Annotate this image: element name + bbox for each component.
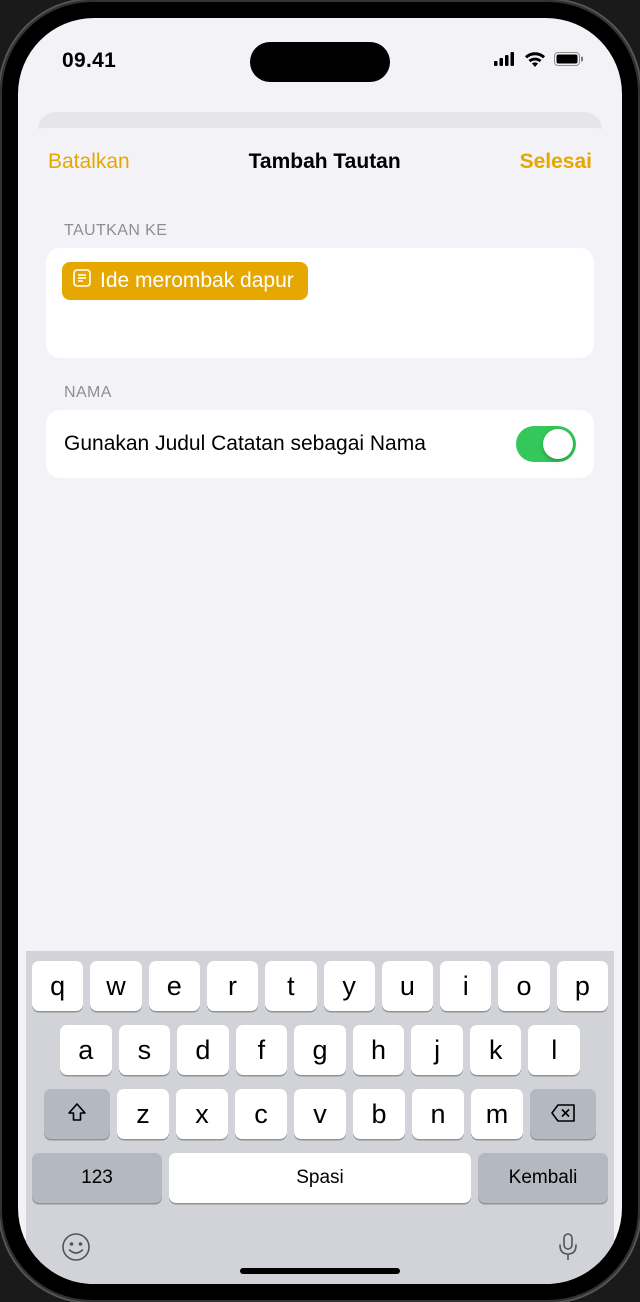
key-a[interactable]: a bbox=[60, 1025, 112, 1075]
return-key[interactable]: Kembali bbox=[478, 1153, 608, 1203]
home-indicator[interactable] bbox=[240, 1268, 400, 1274]
link-to-section-label: TAUTKAN KE bbox=[46, 196, 594, 248]
key-i[interactable]: i bbox=[440, 961, 491, 1011]
keyboard-row-1: q w e r t y u i o p bbox=[32, 961, 608, 1011]
key-d[interactable]: d bbox=[177, 1025, 229, 1075]
toggle-knob bbox=[543, 429, 573, 459]
keyboard-bottom-row bbox=[32, 1217, 608, 1268]
key-j[interactable]: j bbox=[411, 1025, 463, 1075]
key-s[interactable]: s bbox=[119, 1025, 171, 1075]
key-v[interactable]: v bbox=[294, 1089, 346, 1139]
key-g[interactable]: g bbox=[294, 1025, 346, 1075]
microphone-icon bbox=[556, 1231, 580, 1263]
nav-bar: Batalkan Tambah Tautan Selesai bbox=[26, 128, 614, 196]
keyboard-row-3: z x c v b n m bbox=[32, 1089, 608, 1139]
key-p[interactable]: p bbox=[557, 961, 608, 1011]
shift-icon bbox=[66, 1099, 88, 1130]
backspace-key[interactable] bbox=[530, 1089, 596, 1139]
battery-icon bbox=[554, 52, 584, 71]
done-button[interactable]: Selesai bbox=[520, 150, 592, 174]
iphone-frame: 09.41 Batalkan Tambah Tautan Selesai bbox=[0, 0, 640, 1302]
key-u[interactable]: u bbox=[382, 961, 433, 1011]
dictation-button[interactable] bbox=[556, 1231, 580, 1268]
key-n[interactable]: n bbox=[412, 1089, 464, 1139]
link-to-card[interactable]: Ide merombak dapur bbox=[46, 248, 594, 358]
numbers-key[interactable]: 123 bbox=[32, 1153, 162, 1203]
cancel-button[interactable]: Batalkan bbox=[48, 150, 130, 174]
key-t[interactable]: t bbox=[265, 961, 316, 1011]
key-b[interactable]: b bbox=[353, 1089, 405, 1139]
use-title-as-name-label: Gunakan Judul Catatan sebagai Nama bbox=[64, 430, 426, 457]
key-q[interactable]: q bbox=[32, 961, 83, 1011]
wifi-icon bbox=[524, 51, 546, 72]
key-e[interactable]: e bbox=[149, 961, 200, 1011]
key-y[interactable]: y bbox=[324, 961, 375, 1011]
key-l[interactable]: l bbox=[528, 1025, 580, 1075]
key-o[interactable]: o bbox=[498, 961, 549, 1011]
content-area: TAUTKAN KE Ide merombak dapur NAMA Gunak… bbox=[26, 196, 614, 951]
key-x[interactable]: x bbox=[176, 1089, 228, 1139]
linked-note-chip[interactable]: Ide merombak dapur bbox=[62, 262, 308, 300]
shift-key[interactable] bbox=[44, 1089, 110, 1139]
keyboard-row-4: 123 Spasi Kembali bbox=[32, 1153, 608, 1203]
note-icon bbox=[72, 268, 92, 294]
key-r[interactable]: r bbox=[207, 961, 258, 1011]
key-k[interactable]: k bbox=[470, 1025, 522, 1075]
linked-note-title: Ide merombak dapur bbox=[100, 269, 294, 293]
key-f[interactable]: f bbox=[236, 1025, 288, 1075]
status-icons bbox=[494, 51, 584, 72]
key-z[interactable]: z bbox=[117, 1089, 169, 1139]
emoji-button[interactable] bbox=[60, 1231, 92, 1268]
sheet: Batalkan Tambah Tautan Selesai TAUTKAN K… bbox=[26, 128, 614, 1284]
backspace-icon bbox=[550, 1099, 576, 1130]
page-title: Tambah Tautan bbox=[249, 150, 401, 174]
space-key[interactable]: Spasi bbox=[169, 1153, 471, 1203]
key-h[interactable]: h bbox=[353, 1025, 405, 1075]
key-c[interactable]: c bbox=[235, 1089, 287, 1139]
screen: 09.41 Batalkan Tambah Tautan Selesai bbox=[18, 18, 622, 1284]
key-m[interactable]: m bbox=[471, 1089, 523, 1139]
emoji-icon bbox=[60, 1231, 92, 1263]
keyboard: q w e r t y u i o p a s d f g h bbox=[26, 951, 614, 1284]
cellular-icon bbox=[494, 52, 516, 71]
status-time: 09.41 bbox=[62, 49, 116, 73]
use-title-as-name-toggle[interactable] bbox=[516, 426, 576, 462]
name-toggle-row: Gunakan Judul Catatan sebagai Nama bbox=[46, 410, 594, 478]
dynamic-island bbox=[250, 42, 390, 82]
keyboard-row-2: a s d f g h j k l bbox=[32, 1025, 608, 1075]
name-section-label: NAMA bbox=[46, 358, 594, 410]
key-w[interactable]: w bbox=[90, 961, 141, 1011]
